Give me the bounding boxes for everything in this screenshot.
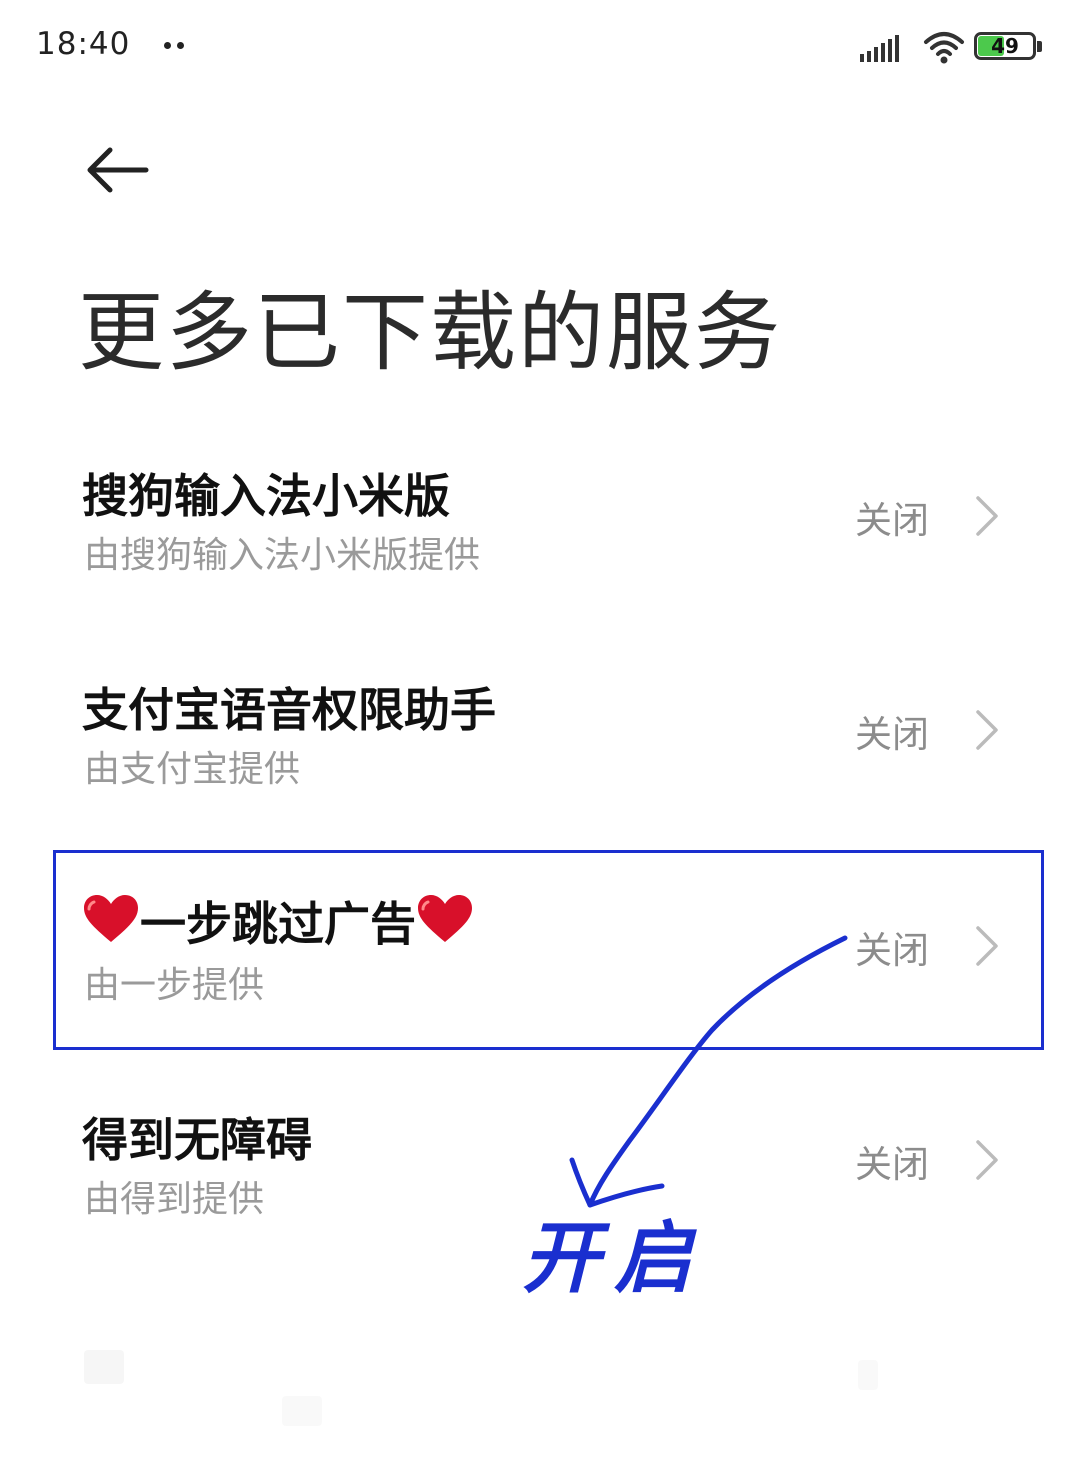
chevron-right-icon xyxy=(976,496,998,536)
service-title: 得到无障碍 xyxy=(82,1113,312,1167)
wifi-icon xyxy=(924,32,964,64)
service-title: 搜狗输入法小米版 xyxy=(82,469,450,523)
service-status: 关闭 xyxy=(855,713,929,756)
chevron-right-icon xyxy=(976,710,998,750)
notification-dots-icon xyxy=(164,42,186,50)
service-status: 关闭 xyxy=(855,499,929,542)
back-button[interactable] xyxy=(80,140,152,200)
battery-level-text: 49 xyxy=(991,34,1019,58)
service-provider: 由搜狗输入法小米版提供 xyxy=(84,535,481,576)
service-title: 支付宝语音权限助手 xyxy=(82,683,496,737)
highlight-annotation-box xyxy=(53,850,1044,1050)
chevron-right-icon xyxy=(976,1140,998,1180)
battery-icon: 49 xyxy=(974,32,1044,64)
service-status: 关闭 xyxy=(855,1143,929,1186)
faded-list-item xyxy=(0,1320,1080,1469)
signal-icon xyxy=(860,35,899,62)
status-time: 18:40 xyxy=(36,26,131,62)
page-title: 更多已下载的服务 xyxy=(78,283,782,383)
service-item-alipay[interactable]: 支付宝语音权限助手 由支付宝提供 关闭 xyxy=(0,634,1080,834)
service-provider: 由得到提供 xyxy=(84,1179,265,1220)
screen: 18:40 49 更多已下载的服务 搜狗输入法小米版 由搜狗输入法小米版提供 关… xyxy=(0,0,1080,1469)
back-arrow-icon xyxy=(87,147,149,193)
annotation-text: 开启 xyxy=(522,1213,707,1304)
service-item-sogou[interactable]: 搜狗输入法小米版 由搜狗输入法小米版提供 关闭 xyxy=(0,420,1080,620)
service-provider: 由支付宝提供 xyxy=(84,749,301,790)
